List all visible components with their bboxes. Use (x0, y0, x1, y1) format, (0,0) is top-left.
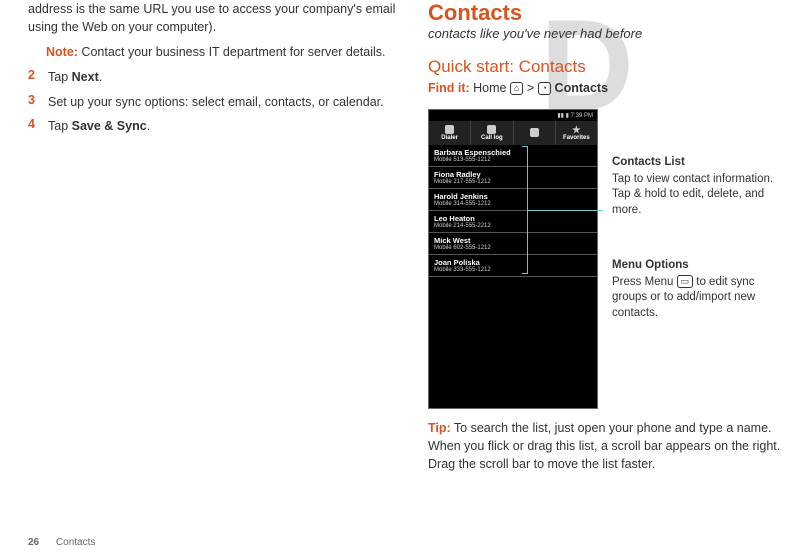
menu-icon: ▭ (677, 275, 694, 288)
tab-favorites[interactable]: Favorites (556, 121, 597, 145)
callout2-body: Press Menu ▭ to edit sync groups or to a… (612, 275, 777, 322)
step4-text-a: Tap (48, 119, 72, 133)
li-sub-0: Mobile 513-555-1212 (434, 157, 592, 163)
li-name-4: Mick West (434, 236, 592, 245)
list-item[interactable]: Barbara EspenschiedMobile 513-555-1212 (429, 145, 597, 167)
tab-contacts[interactable] (514, 121, 556, 145)
callout-connector (528, 210, 603, 211)
li-name-2: Harold Jenkins (434, 192, 592, 201)
call-log-icon (487, 125, 496, 134)
step-num-2: 2 (28, 68, 40, 86)
intro-paragraph: address is the same URL you use to acces… (28, 0, 403, 36)
step2-text-c: . (99, 70, 102, 84)
find-it-line: Find it: Home ⌂ > ◔ Contacts (428, 81, 788, 95)
step2-text-a: Tap (48, 70, 72, 84)
tab-label-1: Call log (481, 135, 503, 141)
li-sub-4: Mobile 602-555-1212 (434, 245, 592, 251)
tip-label: Tip: (428, 421, 451, 435)
note-label: Note: (46, 45, 78, 59)
list-item[interactable]: Joan PoliskaMobile 333-555-1212 (429, 255, 597, 277)
contacts-tab-icon (530, 128, 539, 137)
step-num-4: 4 (28, 117, 40, 135)
li-sub-5: Mobile 333-555-1212 (434, 267, 592, 273)
phone-mockup: ▮▮ ▮ 7:39 PM Dialer Call log Favorites B… (428, 109, 598, 409)
callout2-title: Menu Options (612, 258, 777, 274)
battery-icon: ▮ (566, 113, 569, 119)
li-name-5: Joan Poliska (434, 258, 592, 267)
favorites-icon (572, 125, 581, 134)
phone-contact-list[interactable]: Barbara EspenschiedMobile 513-555-1212 F… (429, 145, 597, 277)
step-3: 3 Set up your sync options: select email… (28, 93, 403, 111)
list-item[interactable]: Leo HeatonMobile 214-555-2212 (429, 211, 597, 233)
tab-dialer[interactable]: Dialer (429, 121, 471, 145)
note-paragraph: Note: Contact your business IT departmen… (28, 43, 403, 61)
li-sub-2: Mobile 314-555-1212 (434, 201, 592, 207)
page-subtitle: contacts like you've never had before (428, 26, 788, 41)
list-item[interactable]: Mick WestMobile 602-555-1212 (429, 233, 597, 255)
tip-paragraph: Tip: To search the list, just open your … (428, 419, 788, 473)
find-it-label: Find it: (428, 81, 470, 95)
li-name-0: Barbara Espenschied (434, 148, 592, 157)
callout1-title: Contacts List (612, 155, 777, 171)
gt-sep: > (523, 81, 537, 95)
section-heading: Quick start: Contacts (428, 57, 788, 77)
step-2: 2 Tap Next. (28, 68, 403, 86)
li-name-1: Fiona Radley (434, 170, 592, 179)
list-item[interactable]: Harold JenkinsMobile 314-555-1212 (429, 189, 597, 211)
step3-text: Set up your sync options: select email, … (48, 93, 384, 111)
status-time: 7:39 PM (571, 113, 593, 119)
tab-label-3: Favorites (563, 135, 590, 141)
li-name-3: Leo Heaton (434, 214, 592, 223)
tab-call-log[interactable]: Call log (471, 121, 513, 145)
callout1-body: Tap to view contact information. Tap & h… (612, 172, 777, 219)
find-text-1: Home (470, 81, 510, 95)
phone-tabs: Dialer Call log Favorites (429, 121, 597, 145)
home-icon: ⌂ (510, 82, 523, 95)
phone-statusbar: ▮▮ ▮ 7:39 PM (429, 110, 597, 121)
find-text-2: Contacts (551, 81, 608, 95)
step2-bold: Next (72, 70, 99, 84)
step-num-3: 3 (28, 93, 40, 111)
note-text: Contact your business IT department for … (78, 45, 386, 59)
step-4: 4 Tap Save & Sync. (28, 117, 403, 135)
callout-contacts-list: Contacts List Tap to view contact inform… (612, 155, 777, 218)
tab-label-0: Dialer (441, 135, 458, 141)
li-sub-1: Mobile 217-555-1212 (434, 179, 592, 185)
dialer-icon (445, 125, 454, 134)
contacts-icon: ◔ (538, 82, 551, 95)
step4-text-c: . (147, 119, 150, 133)
step4-bold: Save & Sync (72, 119, 147, 133)
li-sub-3: Mobile 214-555-2212 (434, 223, 592, 229)
list-item[interactable]: Fiona RadleyMobile 217-555-1212 (429, 167, 597, 189)
callout2-text-a: Press Menu (612, 276, 677, 288)
signal-icon: ▮▮ (557, 113, 564, 119)
callout-menu-options: Menu Options Press Menu ▭ to edit sync g… (612, 258, 777, 321)
tip-text: To search the list, just open your phone… (428, 421, 780, 471)
page-title: Contacts (428, 0, 788, 26)
